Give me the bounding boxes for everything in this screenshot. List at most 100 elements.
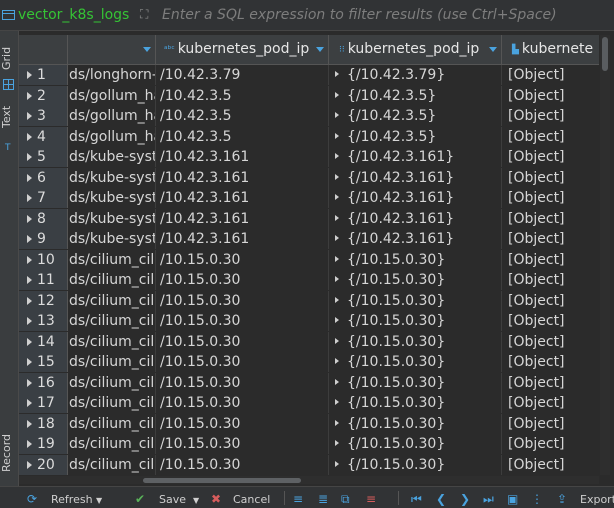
cell-pod-ip[interactable]: /10.42.3.79: [156, 65, 329, 85]
expand-row-icon[interactable]: [27, 419, 32, 428]
cell-object[interactable]: [Object]: [502, 106, 599, 126]
expand-value-icon[interactable]: [335, 419, 339, 426]
cell-pod-ips[interactable]: {/10.42.3.161}: [329, 229, 502, 249]
tab-record[interactable]: Record: [0, 423, 18, 483]
cell-object[interactable]: [Object]: [502, 455, 599, 475]
header-column-1[interactable]: [68, 35, 156, 64]
expand-value-icon[interactable]: [335, 153, 339, 159]
cell-column-1[interactable]: ds/cilium_cilii: [68, 372, 156, 393]
row-number-cell[interactable]: 10: [19, 249, 68, 270]
cell-column-1[interactable]: ds/kube-syste: [68, 229, 156, 249]
expand-row-icon[interactable]: [27, 235, 32, 243]
cell-pod-ips[interactable]: {/10.15.0.30}: [329, 331, 502, 352]
row-number-cell[interactable]: 5: [19, 147, 68, 167]
cell-pod-ip[interactable]: /10.15.0.30: [156, 290, 329, 311]
save-button[interactable]: Save: [159, 493, 186, 506]
cell-column-1[interactable]: ds/cilium_cilii: [68, 311, 156, 331]
cell-column-1[interactable]: ds/gollum_ha: [68, 106, 156, 126]
tab-grid[interactable]: Grid: [0, 37, 18, 79]
cell-pod-ips[interactable]: {/10.15.0.30}: [329, 434, 502, 454]
cell-pod-ip[interactable]: /10.15.0.30: [156, 249, 329, 270]
expand-value-icon[interactable]: [335, 214, 339, 221]
table-row[interactable]: 8 ds/kube-syste/10.42.3.161 {/10.42.3.161}…: [19, 208, 599, 229]
refresh-icon[interactable]: ⟳: [27, 493, 37, 505]
cell-object[interactable]: [Object]: [502, 250, 599, 270]
table-row[interactable]: 1 ds/longhorn-s/10.42.3.79 {/10.42.3.79} [O…: [19, 65, 599, 85]
cell-object[interactable]: [Object]: [502, 434, 599, 454]
cell-pod-ips[interactable]: {/10.15.0.30}: [329, 372, 502, 393]
cell-object[interactable]: [Object]: [502, 414, 599, 434]
cell-pod-ip[interactable]: /10.15.0.30: [156, 311, 329, 331]
expand-value-icon[interactable]: [335, 173, 339, 180]
expand-row-icon[interactable]: [27, 378, 32, 387]
expand-value-icon[interactable]: [335, 132, 339, 139]
row-number-cell[interactable]: 2: [19, 85, 68, 106]
cell-column-1[interactable]: ds/cilium_cilii: [68, 454, 156, 475]
expand-row-icon[interactable]: [27, 132, 32, 141]
cell-column-1[interactable]: ds/cilium_cilii: [68, 352, 156, 372]
cell-column-1[interactable]: ds/kube-syste: [68, 208, 156, 229]
cell-pod-ip[interactable]: /10.15.0.30: [156, 352, 329, 372]
cell-column-1[interactable]: ds/cilium_cilii: [68, 434, 156, 454]
expand-value-icon[interactable]: [335, 358, 339, 364]
cell-pod-ip[interactable]: /10.42.3.161: [156, 167, 329, 188]
delete-row-icon[interactable]: ≡: [366, 493, 376, 505]
cell-pod-ips[interactable]: {/10.42.3.5}: [329, 85, 502, 106]
expand-value-icon[interactable]: [335, 255, 339, 262]
row-number-cell[interactable]: 8: [19, 208, 68, 229]
cell-column-1[interactable]: ds/kube-syste: [68, 188, 156, 208]
table-row[interactable]: 20 ds/cilium_cilii/10.15.0.30 {/10.15.0.30…: [19, 454, 599, 475]
cell-object[interactable]: [Object]: [502, 332, 599, 352]
column-menu-icon[interactable]: [489, 47, 497, 52]
row-number-cell[interactable]: 15: [19, 352, 68, 372]
expand-row-icon[interactable]: [27, 358, 32, 366]
edit-row-icon[interactable]: ≡: [293, 493, 303, 505]
cell-pod-ips[interactable]: {/10.42.3.161}: [329, 188, 502, 208]
row-number-cell[interactable]: 12: [19, 290, 68, 311]
header-column-kubernetes-pod-ip[interactable]: ᵃᵇᶜ kubernetes_pod_ip: [156, 35, 329, 64]
cell-pod-ips[interactable]: {/10.42.3.5}: [329, 126, 502, 147]
cell-object[interactable]: [Object]: [502, 188, 599, 208]
header-column-kubernetes-object[interactable]: ▙ kubernete: [502, 35, 599, 64]
cell-pod-ips[interactable]: {/10.42.3.161}: [329, 167, 502, 188]
expand-value-icon[interactable]: [335, 91, 339, 98]
cell-pod-ip[interactable]: /10.42.3.161: [156, 229, 329, 249]
cell-pod-ips[interactable]: {/10.42.3.79}: [329, 65, 502, 85]
cell-column-1[interactable]: ds/cilium_cilii: [68, 393, 156, 413]
expand-row-icon[interactable]: [27, 317, 32, 325]
cell-object[interactable]: [Object]: [502, 311, 599, 331]
cell-pod-ip[interactable]: /10.42.3.5: [156, 106, 329, 126]
header-column-kubernetes-pod-ips[interactable]: ⁝⁝ kubernetes_pod_ip: [329, 35, 502, 64]
row-number-cell[interactable]: 1: [19, 65, 68, 85]
cell-pod-ips[interactable]: {/10.15.0.30}: [329, 290, 502, 311]
expand-value-icon[interactable]: [335, 317, 339, 323]
export-button[interactable]: Export: [580, 493, 614, 506]
cell-pod-ips[interactable]: {/10.42.3.161}: [329, 147, 502, 167]
vertical-scroll-thumb[interactable]: [602, 37, 608, 71]
cell-pod-ip[interactable]: /10.15.0.30: [156, 454, 329, 475]
table-row[interactable]: 19 ds/cilium_cilii/10.15.0.30 {/10.15.0.30…: [19, 434, 599, 454]
row-number-cell[interactable]: 4: [19, 126, 68, 147]
cell-column-1[interactable]: ds/cilium_cilii: [68, 249, 156, 270]
next-page-icon[interactable]: ❯: [460, 493, 470, 505]
expand-row-icon[interactable]: [27, 91, 32, 100]
row-number-cell[interactable]: 7: [19, 188, 68, 208]
cell-pod-ips[interactable]: {/10.15.0.30}: [329, 393, 502, 413]
column-menu-icon[interactable]: [143, 47, 151, 52]
table-row[interactable]: 12 ds/cilium_cilii/10.15.0.30 {/10.15.0.30…: [19, 290, 599, 311]
cell-pod-ip[interactable]: /10.15.0.30: [156, 393, 329, 413]
expand-value-icon[interactable]: [335, 276, 339, 282]
table-row[interactable]: 13 ds/cilium_cilii/10.15.0.30 {/10.15.0.30…: [19, 311, 599, 331]
expand-value-icon[interactable]: [335, 460, 339, 467]
cell-object[interactable]: [Object]: [502, 373, 599, 393]
expand-value-icon[interactable]: [335, 399, 339, 405]
cell-column-1[interactable]: ds/gollum_ha: [68, 126, 156, 147]
expand-row-icon[interactable]: [27, 255, 32, 264]
expand-row-icon[interactable]: [27, 71, 32, 79]
expand-value-icon[interactable]: [335, 296, 339, 303]
expand-row-icon[interactable]: [27, 214, 32, 223]
vertical-scrollbar[interactable]: [600, 35, 610, 475]
cancel-icon[interactable]: ✖: [211, 493, 221, 505]
cell-object[interactable]: [Object]: [502, 393, 599, 413]
cell-pod-ips[interactable]: {/10.42.3.161}: [329, 208, 502, 229]
